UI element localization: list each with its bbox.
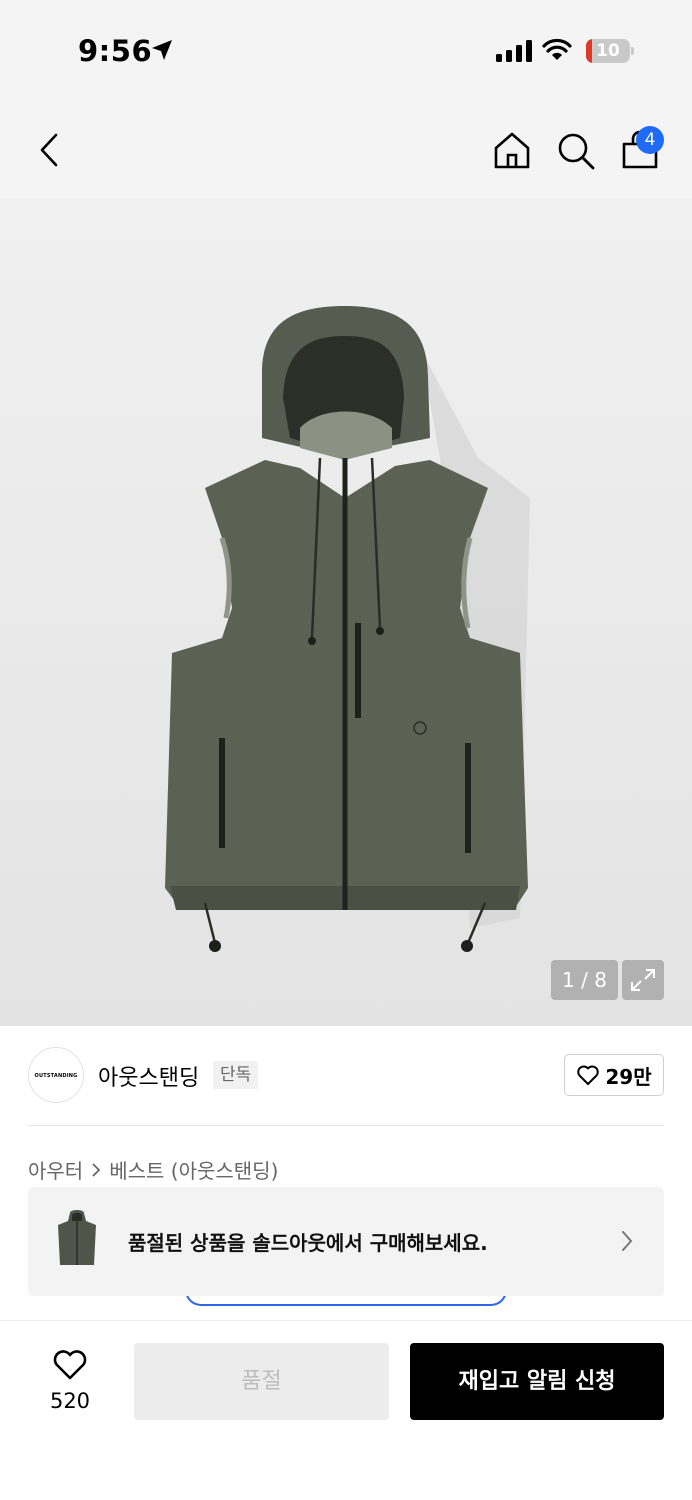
wifi-icon: [542, 38, 572, 60]
image-counter: 1 / 8: [551, 960, 618, 1000]
heart-icon: [577, 1065, 600, 1085]
soldout-banner-text: 품절된 상품을 솔드아웃에서 구매해보세요.: [128, 1231, 488, 1255]
back-chevron-icon[interactable]: [36, 132, 64, 168]
status-bar: 9:56 10: [0, 0, 692, 100]
soldout-promo-banner[interactable]: 품절된 상품을 솔드아웃에서 구매해보세요.: [28, 1187, 664, 1296]
brand-like-count: 29만: [605, 1064, 652, 1089]
search-icon[interactable]: [556, 131, 596, 171]
brand-logo[interactable]: OUTSTANDING: [28, 1047, 84, 1103]
brand-like-button[interactable]: 29만: [564, 1054, 664, 1096]
wishlist-button[interactable]: 520: [40, 1345, 100, 1417]
restock-alert-button[interactable]: 재입고 알림 신청: [410, 1343, 664, 1420]
home-icon[interactable]: [492, 130, 532, 170]
expand-image-button[interactable]: [622, 960, 664, 1000]
bottom-action-bar: 520 품절 재입고 알림 신청: [0, 1320, 692, 1500]
chevron-right-icon: [92, 1162, 101, 1177]
divider: [28, 1125, 664, 1126]
status-time: 9:56: [78, 34, 153, 68]
heart-icon: [53, 1350, 87, 1380]
brand-row: OUTSTANDING 아웃스탠딩 단독 29만: [0, 1026, 692, 1126]
product-vest-image: [165, 306, 530, 952]
brand-name[interactable]: 아웃스탠딩: [98, 1060, 199, 1092]
battery-level: 10: [596, 41, 620, 61]
expand-icon: [631, 969, 655, 991]
exclusive-tag: 단독: [213, 1061, 259, 1089]
battery-icon: 10: [586, 39, 630, 63]
wishlist-count: 520: [49, 1389, 91, 1413]
product-thumbnail: [58, 1210, 96, 1265]
breadcrumb-category[interactable]: 아우터: [28, 1155, 83, 1184]
breadcrumb-subcategory[interactable]: 베스트 (아웃스탠딩): [109, 1155, 278, 1184]
product-image-gallery[interactable]: 1 / 8: [0, 198, 692, 1026]
location-arrow-icon: [152, 40, 172, 60]
cart-count-badge: 4: [636, 126, 664, 154]
breadcrumb: 아우터 베스트 (아웃스탠딩): [28, 1155, 278, 1184]
sold-out-button[interactable]: 품절: [134, 1343, 389, 1420]
cellular-signal-icon: [496, 40, 532, 62]
chevron-right-icon: [622, 1231, 633, 1251]
